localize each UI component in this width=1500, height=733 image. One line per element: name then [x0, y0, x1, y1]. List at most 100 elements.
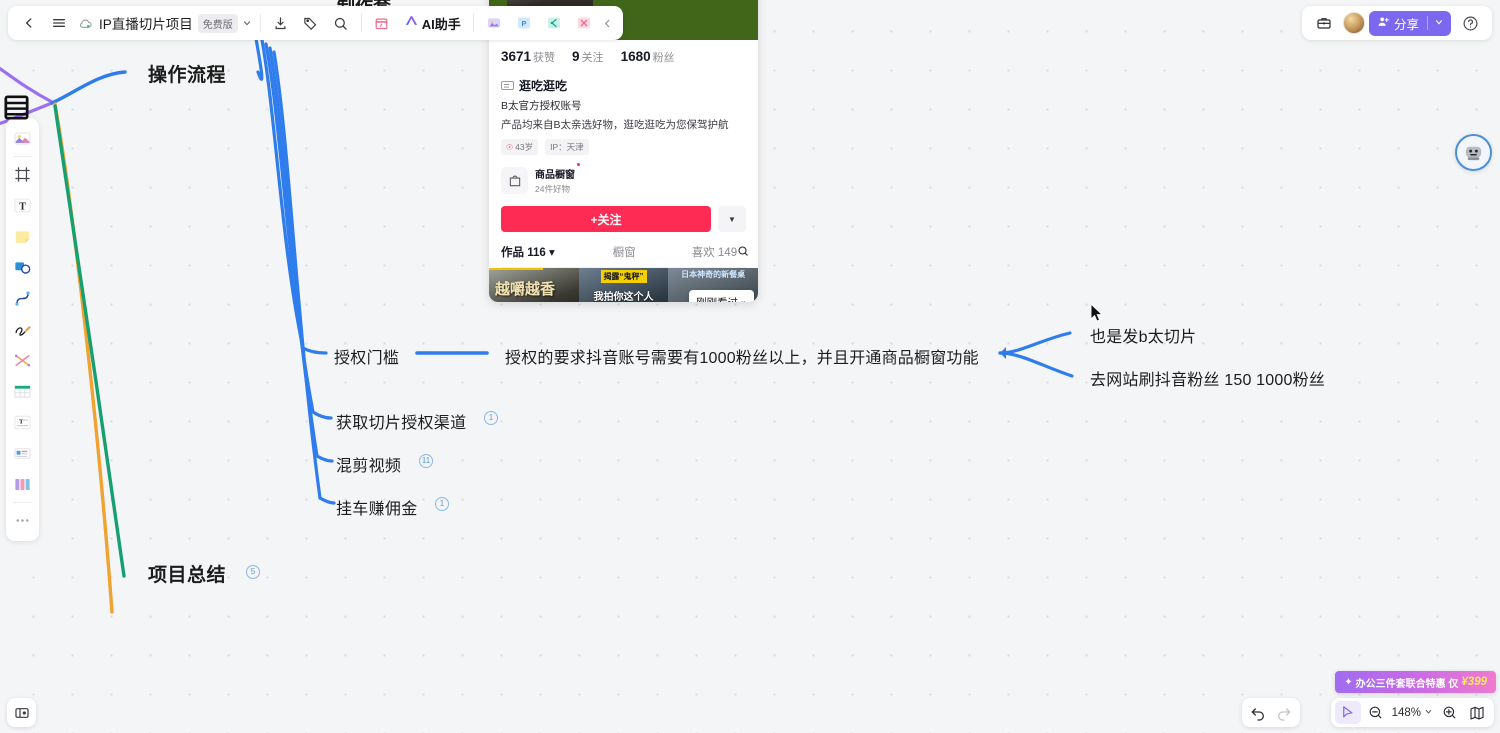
node-project-summary[interactable]: 项目总结	[148, 560, 226, 587]
tab-search-icon[interactable]	[737, 245, 749, 260]
zoom-in-button[interactable]	[1436, 701, 1462, 724]
left-tool-panel[interactable]: T T	[6, 118, 39, 541]
stat-likes[interactable]: 3671 获赞	[501, 49, 555, 65]
tab-shop-window[interactable]: 橱窗	[613, 244, 636, 260]
pen-scribble-icon[interactable]	[9, 314, 36, 345]
svg-text:T: T	[19, 201, 26, 212]
shopping-bag-icon	[501, 167, 528, 194]
node-authorization-threshold[interactable]: 授权门槛	[334, 344, 399, 368]
undo-redo-group[interactable]	[1242, 698, 1300, 727]
node-operation-flow[interactable]: 操作流程	[148, 60, 226, 87]
pointer-tool-button[interactable]	[1334, 701, 1361, 724]
search-button[interactable]	[326, 9, 356, 37]
card-icon[interactable]	[9, 438, 36, 469]
node-also-post-btai-clips[interactable]: 也是发b太切片	[1090, 323, 1196, 347]
share-dropdown-caret[interactable]	[1434, 16, 1444, 30]
curve-line-icon[interactable]	[9, 283, 36, 314]
zoom-level-value: 148%	[1391, 706, 1421, 719]
kanban-icon[interactable]	[9, 469, 36, 500]
promo-badge[interactable]: ✦ 办公三件套联合特惠 仅 ¥399	[1335, 671, 1496, 693]
id-card-icon	[501, 81, 514, 90]
thumbnail-1[interactable]: 越嚼越香	[489, 268, 579, 302]
mindmap-tool-button[interactable]	[539, 9, 569, 37]
video-thumbnails[interactable]: 越嚼越香 揭露“鬼秤” 我拍你这个人 日本神奇的新餐桌 刚刚看过 »	[489, 268, 758, 302]
toolbar-divider	[259, 14, 261, 32]
profile-nickname: 逛吃逛吃	[519, 79, 568, 93]
promo-price: ¥399	[1461, 676, 1487, 688]
collapse-toolbar-button[interactable]	[599, 9, 617, 37]
cloud-sync-icon	[74, 9, 96, 37]
connector-icon[interactable]	[9, 345, 36, 376]
tag-button[interactable]	[296, 9, 326, 37]
shapes-icon[interactable]	[9, 252, 36, 283]
grid-tool-button[interactable]	[569, 9, 599, 37]
panel-settings-button[interactable]	[7, 698, 36, 727]
tab-works[interactable]: 作品 116 ▾	[501, 244, 555, 260]
profile-tags: ☉ 43岁 IP：天津	[501, 139, 746, 155]
menu-button[interactable]	[44, 9, 74, 37]
image-tool-button[interactable]	[479, 9, 509, 37]
thumbnail-2[interactable]: 揭露“鬼秤” 我拍你这个人	[578, 268, 669, 302]
svg-text:P: P	[521, 19, 526, 28]
zoom-level-selector[interactable]: 148%	[1391, 707, 1434, 719]
title-dropdown-caret[interactable]	[239, 9, 255, 37]
toolbar-divider-3	[472, 14, 474, 32]
undo-button[interactable]	[1245, 701, 1271, 724]
table-icon[interactable]	[9, 376, 36, 407]
back-button[interactable]	[14, 9, 44, 37]
progress-line	[489, 268, 543, 270]
node-earn-commission[interactable]: 挂车赚佣金	[336, 495, 418, 519]
user-avatar[interactable]	[1342, 12, 1365, 34]
briefcase-button[interactable]	[1309, 9, 1339, 37]
top-toolbar-left[interactable]: IP直播切片项目 免费版 AI助手 P	[8, 6, 623, 40]
more-dots-icon[interactable]	[9, 505, 36, 536]
follow-button[interactable]: +关注	[501, 206, 711, 232]
ai-sparkle-icon	[404, 13, 419, 33]
share-button[interactable]: 分享	[1368, 10, 1451, 36]
tag-age: ☉ 43岁	[501, 139, 539, 155]
calendar-button[interactable]	[367, 9, 397, 37]
text-block-icon[interactable]: T	[9, 407, 36, 438]
node-mixcut-video[interactable]: 混剪视频	[336, 452, 401, 476]
export-download-button[interactable]	[266, 9, 296, 37]
svg-text:T: T	[19, 418, 24, 425]
thumbnail-2-caption: 我拍你这个人	[593, 292, 654, 302]
stat-followers[interactable]: 1680 粉丝	[621, 49, 675, 65]
frame-icon[interactable]	[9, 159, 36, 190]
zoom-out-button[interactable]	[1363, 701, 1389, 724]
help-button[interactable]	[1455, 9, 1485, 37]
sparkle-icon: ✦	[1344, 676, 1353, 688]
top-toolbar-right[interactable]: 分享	[1301, 6, 1492, 40]
shop-window-entry[interactable]: 商品橱窗 24件好物	[501, 163, 746, 195]
share-label: 分享	[1393, 17, 1419, 32]
tool-divider	[13, 156, 32, 157]
profile-stats: 3671 获赞 9 关注 1680 粉丝	[501, 40, 746, 67]
chevrons-down-icon: »	[741, 297, 747, 303]
node-threshold-description[interactable]: 授权的要求抖音账号需要有1000粉丝以上，并且开通商品橱窗功能	[505, 344, 979, 368]
zoom-toolbar[interactable]: 148%	[1330, 698, 1494, 727]
node-get-clip-authorization-channel[interactable]: 获取切片授权渠道	[336, 409, 466, 433]
thumbnail-3-text: 日本神奇的新餐桌	[681, 270, 746, 279]
profile-nickname-row: 逛吃逛吃	[501, 77, 746, 94]
redo-button[interactable]	[1271, 701, 1297, 724]
balloon-icon: ☉	[506, 142, 514, 152]
document-title[interactable]: IP直播切片项目	[99, 13, 193, 33]
shop-window-subtitle: 24件好物	[535, 184, 570, 194]
node-channel-count-badge: 1	[484, 411, 498, 425]
ppt-tool-button[interactable]: P	[509, 9, 539, 37]
thumbnail-2-tag: 揭露“鬼秤”	[600, 270, 647, 283]
sticky-note-icon[interactable]	[9, 221, 36, 252]
ai-robot-button[interactable]	[1455, 134, 1492, 171]
text-t-icon[interactable]: T	[9, 190, 36, 221]
douyin-profile-card[interactable]: 3671 获赞 9 关注 1680 粉丝 逛吃逛吃 B太官方授权账号 产品均来自B太亲…	[489, 0, 758, 302]
minimap-button[interactable]	[1464, 701, 1490, 724]
recently-viewed-pill[interactable]: 刚刚看过 »	[689, 290, 754, 302]
follow-more-button[interactable]: ▼	[718, 206, 746, 232]
node-buy-douyin-followers[interactable]: 去网站刷抖音粉丝 150 1000粉丝	[1090, 366, 1325, 390]
whiteboard-canvas[interactable]: 制作套 操作流程 项目总结 5 授权门槛 授权的要求抖音账号需要有1000粉丝以…	[0, 0, 1500, 733]
outline-panel-icon[interactable]	[3, 92, 30, 128]
stat-following[interactable]: 9 关注	[572, 49, 604, 65]
tab-likes[interactable]: 喜欢 149	[692, 244, 737, 260]
ai-assistant-button[interactable]: AI助手	[397, 10, 468, 36]
plan-badge[interactable]: 免费版	[197, 13, 238, 33]
